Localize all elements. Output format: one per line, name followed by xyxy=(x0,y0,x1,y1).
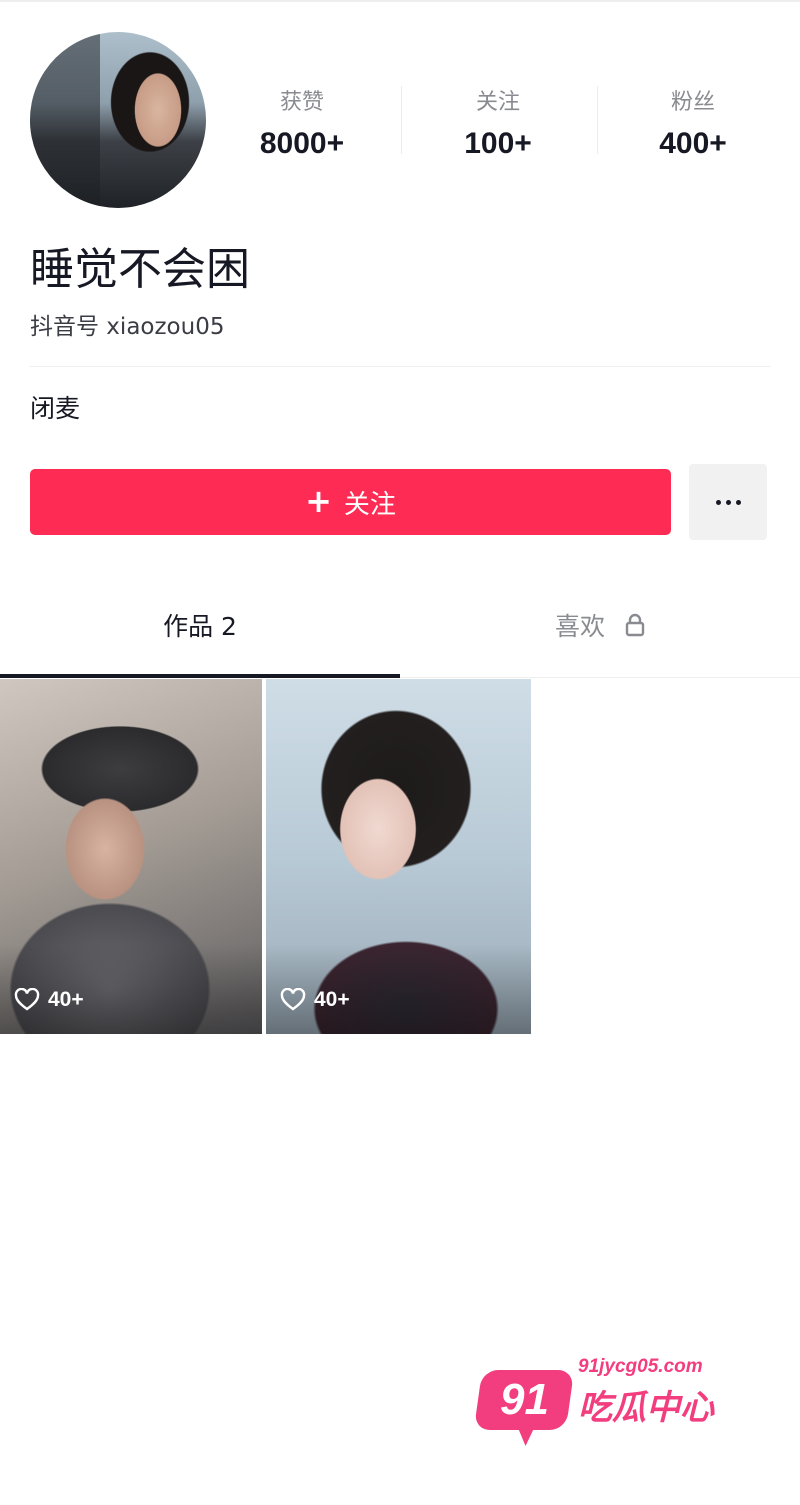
stat-following[interactable]: 关注 100+ xyxy=(408,88,588,164)
video-likes: 40+ xyxy=(14,988,84,1012)
stat-likes-label: 获赞 xyxy=(279,90,324,115)
follow-button[interactable]: + 关注 xyxy=(30,469,671,535)
heart-icon xyxy=(280,988,306,1011)
profile-page: 获赞 8000+ 关注 100+ 粉丝 400+ 睡觉不会困 抖音号 xiaoz… xyxy=(0,0,800,1505)
watermark-badge-number: 91 xyxy=(499,1375,549,1424)
video-thumbnail[interactable]: 40+ xyxy=(266,679,531,1034)
more-icon xyxy=(735,499,741,505)
heart-icon xyxy=(14,988,40,1011)
nickname: 睡觉不会困 xyxy=(30,244,250,295)
video-likes: 40+ xyxy=(280,988,350,1012)
stat-following-value: 100+ xyxy=(464,127,532,160)
more-button[interactable] xyxy=(689,464,767,540)
watermark-domain: 91jycg05.com xyxy=(578,1356,703,1377)
video-likes-count: 40+ xyxy=(314,988,350,1011)
plus-icon: + xyxy=(305,481,332,520)
tab-active-indicator xyxy=(0,674,400,678)
stat-likes-value: 8000+ xyxy=(259,127,345,160)
stat-followers[interactable]: 粉丝 400+ xyxy=(603,88,783,164)
more-icon xyxy=(725,499,731,505)
bio: 闭麦 xyxy=(30,394,81,423)
stat-divider xyxy=(401,86,402,154)
watermark-badge: 91 xyxy=(473,1370,575,1430)
tab-works-label: 作品 2 xyxy=(163,612,237,641)
stat-followers-label: 粉丝 xyxy=(670,90,715,115)
video-thumbnail[interactable]: 40+ xyxy=(0,679,262,1034)
tab-works[interactable]: 作品 2 xyxy=(0,610,400,644)
tab-likes-label: 喜欢 xyxy=(555,612,606,641)
stat-divider xyxy=(597,86,598,154)
avatar[interactable] xyxy=(30,32,206,208)
account-id: 抖音号 xiaozou05 xyxy=(30,314,225,340)
video-likes-count: 40+ xyxy=(48,988,84,1011)
follow-button-label: 关注 xyxy=(343,489,396,520)
stat-following-label: 关注 xyxy=(475,90,520,115)
top-divider xyxy=(0,0,800,2)
stat-followers-value: 400+ xyxy=(659,127,727,160)
divider xyxy=(30,366,770,367)
more-icon xyxy=(715,499,721,505)
watermark-text: 吃瓜中心 xyxy=(578,1388,714,1428)
stat-likes: 获赞 8000+ xyxy=(212,88,392,164)
tab-likes[interactable]: 喜欢 xyxy=(400,610,800,644)
lock-icon xyxy=(625,613,645,637)
